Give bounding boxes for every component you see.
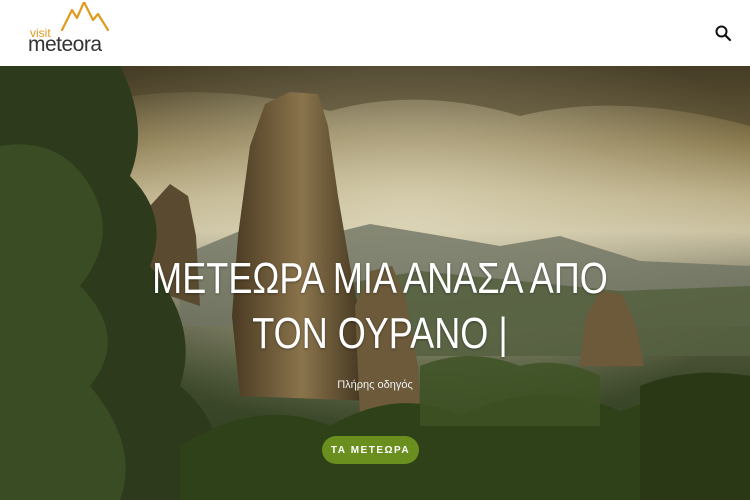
search-icon[interactable] [714,24,732,42]
logo-main-text: meteora [28,33,102,56]
site-header: visit meteora [0,0,750,67]
hero-title: ΜΕΤΕΩΡΑ ΜΙΑ ΑΝΑΣΑ ΑΠΟ ΤΟΝ ΟΥΡΑΝΟ | [152,254,608,358]
meteora-cta-button[interactable]: ΤΑ ΜΕΤΕΩΡΑ [322,436,419,464]
hero-subtitle: Πλήρης οδηγός [337,379,413,391]
site-logo[interactable]: visit meteora [28,2,118,62]
hero-banner: ΜΕΤΕΩΡΑ ΜΙΑ ΑΝΑΣΑ ΑΠΟ ΤΟΝ ΟΥΡΑΝΟ | Πλήρη… [0,66,750,500]
mountain-logo-icon [60,2,110,32]
